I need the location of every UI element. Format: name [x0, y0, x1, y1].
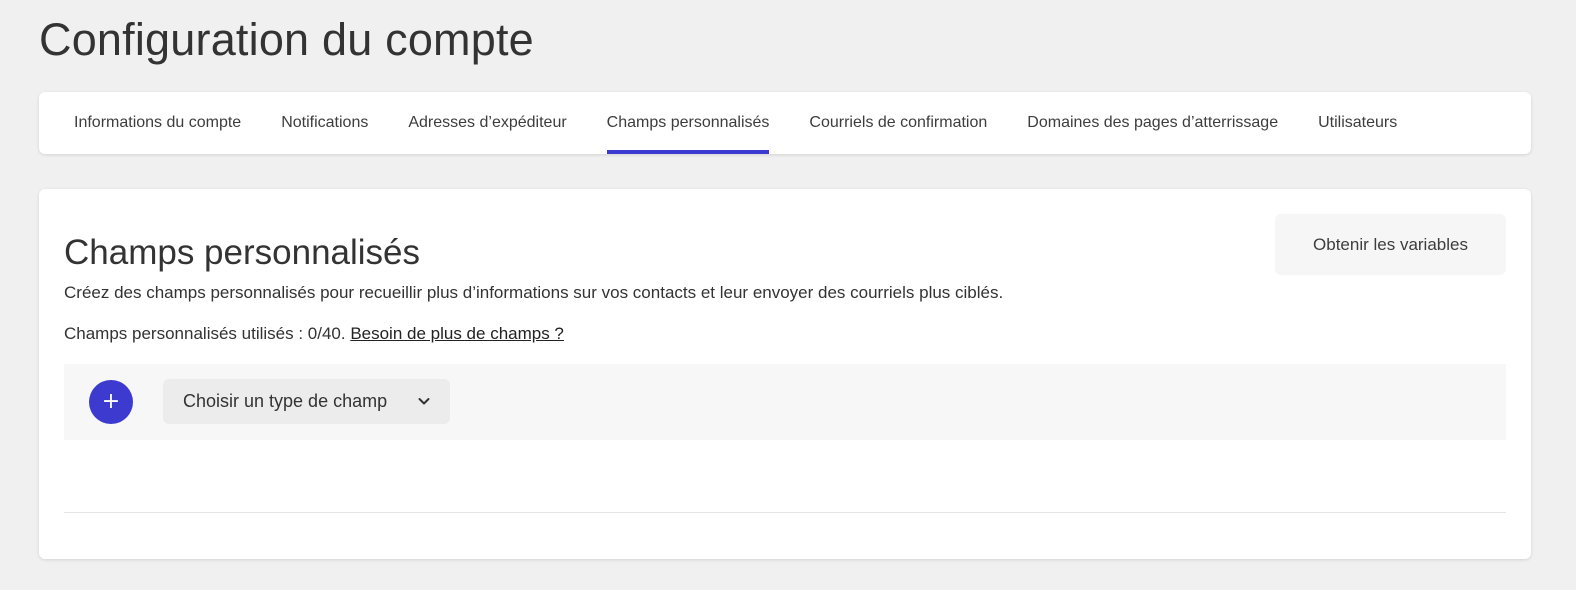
usage-text: Champs personnalisés utilisés : 0/40. [64, 324, 351, 343]
tab-notifications[interactable]: Notifications [281, 92, 368, 154]
tab-champs-personnalises[interactable]: Champs personnalisés [606, 92, 769, 154]
tab-adresses-expediteur[interactable]: Adresses d’expéditeur [408, 92, 566, 154]
custom-fields-card: Obtenir les variables Champs personnalis… [39, 189, 1531, 559]
page-title: Configuration du compte [39, 14, 534, 65]
new-field-row: + Choisir un type de champ [64, 364, 1506, 440]
section-description: Créez des champs personnalisés pour recu… [64, 283, 1004, 302]
tab-domaines-pages-atterrissage[interactable]: Domaines des pages d’atterrissage [1027, 92, 1278, 154]
field-type-select-value: Choisir un type de champ [183, 391, 388, 411]
get-variables-button[interactable]: Obtenir les variables [1275, 214, 1506, 275]
more-fields-link[interactable]: Besoin de plus de champs ? [350, 324, 564, 343]
field-type-select[interactable]: Choisir un type de champ [163, 379, 450, 424]
tab-utilisateurs[interactable]: Utilisateurs [1318, 92, 1397, 154]
tab-courriels-de-confirmation[interactable]: Courriels de confirmation [809, 92, 987, 154]
add-field-button[interactable]: + [89, 380, 133, 424]
section-title: Champs personnalisés [64, 233, 421, 272]
usage-line: Champs personnalisés utilisés : 0/40. Be… [64, 324, 564, 344]
chevron-down-icon [418, 398, 430, 405]
section-divider [64, 512, 1506, 513]
settings-tabs: Informations du compte Notifications Adr… [39, 92, 1531, 154]
tab-informations-du-compte[interactable]: Informations du compte [74, 92, 241, 154]
